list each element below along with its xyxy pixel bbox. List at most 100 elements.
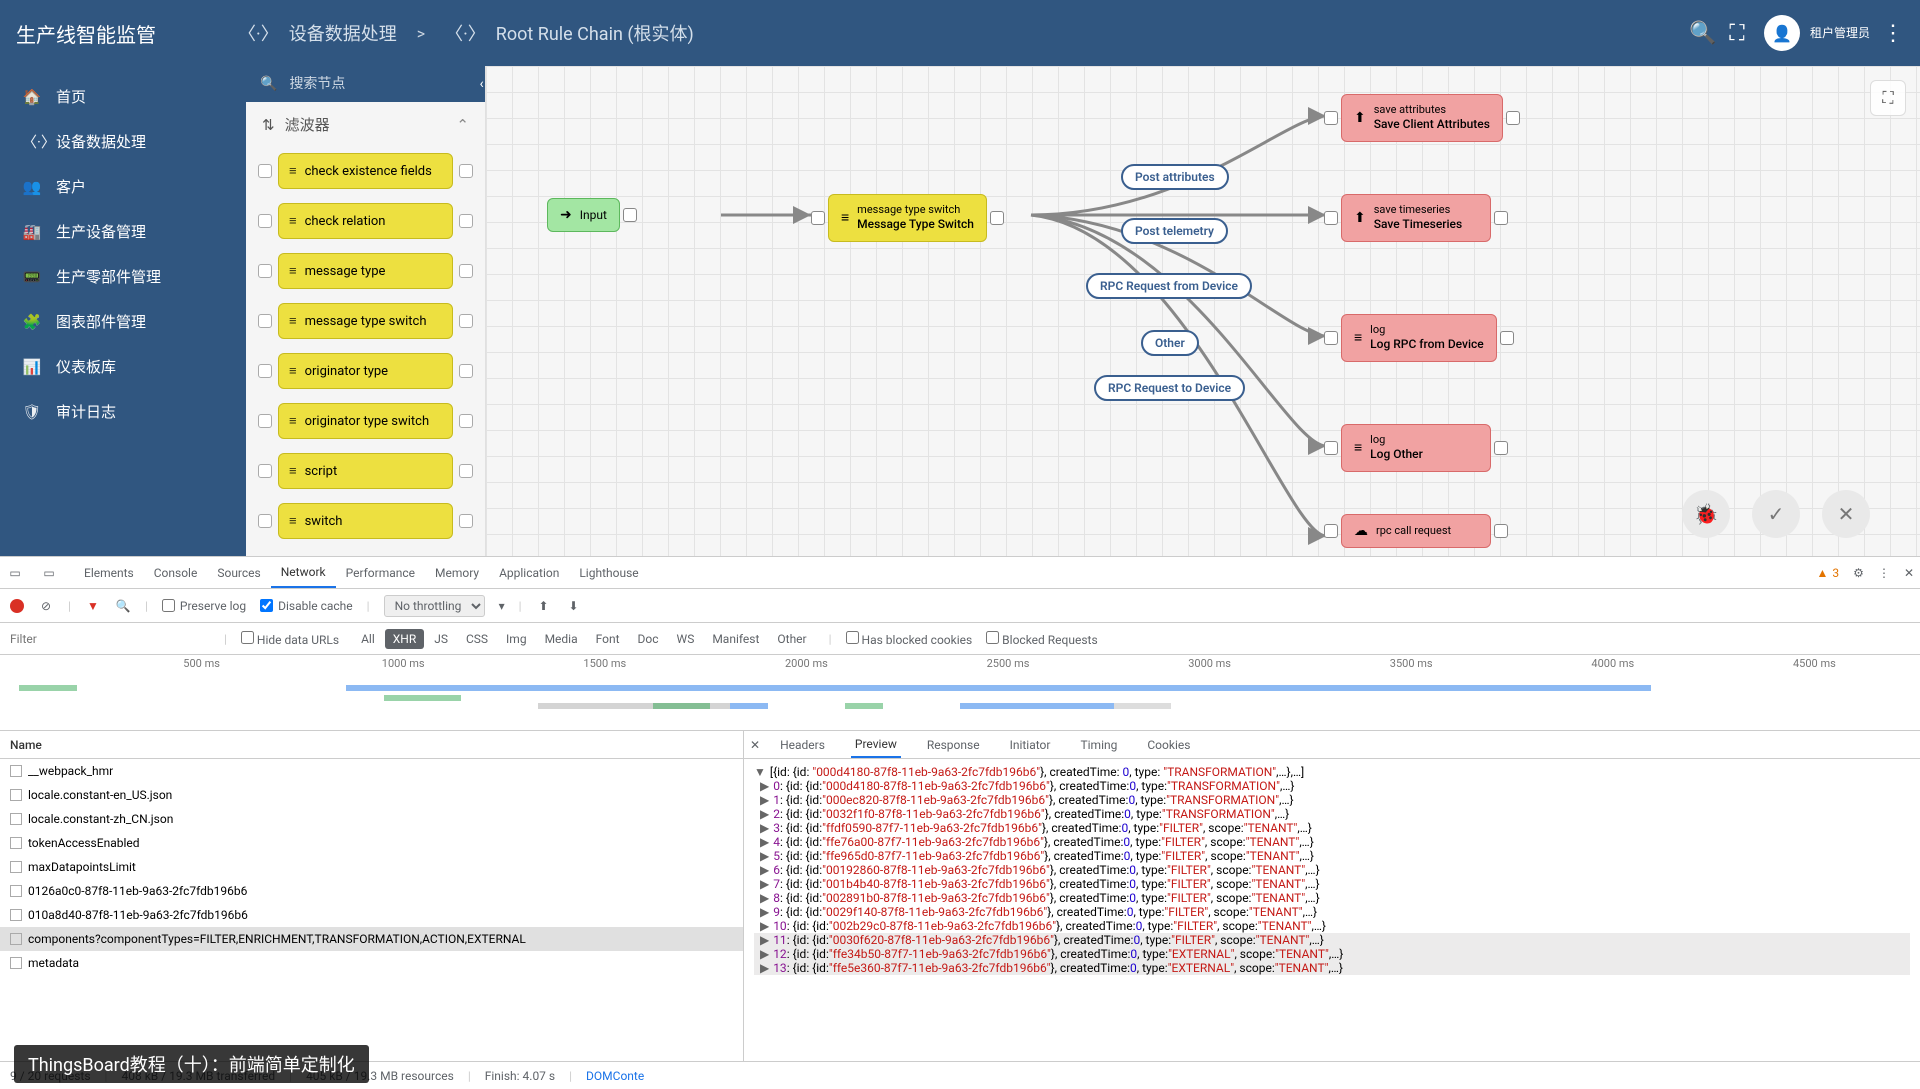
- hide-data-urls[interactable]: Hide data URLs: [241, 631, 339, 647]
- sidenav-item[interactable]: 🏭生产设备管理: [0, 209, 246, 254]
- type-filter[interactable]: All: [353, 629, 383, 649]
- download-icon[interactable]: ⬇: [566, 599, 582, 613]
- request-row[interactable]: locale.constant-zh_CN.json: [0, 807, 743, 831]
- palette-node[interactable]: ≡message type switch: [258, 303, 473, 339]
- preview-line[interactable]: ▶11: {id: {id: "0030f620-87f8-11eb-9a63-…: [754, 933, 1910, 947]
- sidenav-item[interactable]: 🏠首页: [0, 74, 246, 119]
- preview-line[interactable]: ▶4: {id: {id: "ffe76a00-87f7-11eb-9a63-2…: [754, 835, 1910, 849]
- port[interactable]: [258, 464, 272, 478]
- preview-line[interactable]: ▶1: {id: {id: "000ec820-87f8-11eb-9a63-2…: [754, 793, 1910, 807]
- detail-tab[interactable]: Initiator: [1006, 731, 1055, 758]
- port[interactable]: [258, 364, 272, 378]
- devtools-tab[interactable]: Lighthouse: [569, 557, 648, 588]
- kebab-icon[interactable]: ⋮: [1882, 21, 1904, 46]
- edge-label[interactable]: Post attributes: [1121, 164, 1229, 190]
- port[interactable]: [459, 364, 473, 378]
- port[interactable]: [459, 464, 473, 478]
- type-filter[interactable]: JS: [426, 629, 456, 649]
- preview-line[interactable]: ▶9: {id: {id: "0029f140-87f8-11eb-9a63-2…: [754, 905, 1910, 919]
- rule-node[interactable]: ⬆save timeseriesSave Timeseries: [1324, 194, 1508, 242]
- type-filter[interactable]: Doc: [630, 629, 667, 649]
- device-icon[interactable]: ▭: [40, 566, 58, 580]
- devtools-tab[interactable]: Sources: [207, 557, 270, 588]
- devtools-tab[interactable]: Elements: [74, 557, 144, 588]
- breadcrumb-seg1[interactable]: 〈·〉设备数据处理: [238, 20, 397, 46]
- detail-tab[interactable]: Cookies: [1143, 731, 1194, 758]
- devtools-tab[interactable]: Application: [489, 557, 569, 588]
- preview-line[interactable]: ▶6: {id: {id: "00192860-87f8-11eb-9a63-2…: [754, 863, 1910, 877]
- gear-icon[interactable]: ⚙: [1853, 566, 1864, 580]
- fullscreen-icon[interactable]: ⛶: [1720, 21, 1754, 46]
- port[interactable]: [258, 264, 272, 278]
- sidenav-item[interactable]: 📟生产零部件管理: [0, 254, 246, 299]
- request-row[interactable]: tokenAccessEnabled: [0, 831, 743, 855]
- detail-tab[interactable]: Timing: [1076, 731, 1121, 758]
- rule-node[interactable]: ≡logLog Other: [1324, 424, 1508, 472]
- search-icon[interactable]: 🔍: [1686, 21, 1720, 46]
- chevron-left-icon[interactable]: ‹: [479, 76, 483, 92]
- port[interactable]: [1500, 331, 1514, 345]
- palette-filter-header[interactable]: ⇅ 滤波器 ⌃: [246, 102, 485, 147]
- port[interactable]: [1324, 331, 1338, 345]
- port[interactable]: [459, 264, 473, 278]
- palette-node[interactable]: ≡script: [258, 453, 473, 489]
- preview-line[interactable]: ▶10: {id: {id: "002b29c0-87f8-11eb-9a63-…: [754, 919, 1910, 933]
- edge-label[interactable]: Other: [1141, 330, 1199, 356]
- blocked-requests[interactable]: Blocked Requests: [986, 631, 1097, 647]
- request-row[interactable]: __webpack_hmr: [0, 759, 743, 783]
- preview-line[interactable]: ▶2: {id: {id: "0032f1f0-87f8-11eb-9a63-2…: [754, 807, 1910, 821]
- type-filter[interactable]: XHR: [385, 629, 424, 649]
- detail-tab[interactable]: Headers: [776, 731, 829, 758]
- request-row[interactable]: 0126a0c0-87f8-11eb-9a63-2fc7fdb196b6: [0, 879, 743, 903]
- breadcrumb-seg2[interactable]: 〈·〉Root Rule Chain (根实体): [445, 20, 694, 46]
- port[interactable]: [1494, 211, 1508, 225]
- port[interactable]: [1324, 441, 1338, 455]
- palette-node[interactable]: ≡originator type switch: [258, 403, 473, 439]
- inspect-icon[interactable]: ▭: [6, 566, 24, 580]
- request-row[interactable]: components?componentTypes=FILTER,ENRICHM…: [0, 927, 743, 951]
- port[interactable]: [623, 208, 637, 222]
- preview-line[interactable]: ▶12: {id: {id: "ffe34b50-87f7-11eb-9a63-…: [754, 947, 1910, 961]
- request-row[interactable]: metadata: [0, 951, 743, 975]
- disable-cache[interactable]: Disable cache: [260, 599, 353, 613]
- detail-tab[interactable]: Preview: [851, 731, 901, 758]
- type-filter[interactable]: Media: [537, 629, 586, 649]
- preview-line[interactable]: ▶5: {id: {id: "ffe965d0-87f7-11eb-9a63-2…: [754, 849, 1910, 863]
- rule-node[interactable]: ⬆save attributesSave Client Attributes: [1324, 94, 1520, 142]
- preview-line[interactable]: ▶3: {id: {id: "ffdf0590-87f7-11eb-9a63-2…: [754, 821, 1910, 835]
- port[interactable]: [1324, 111, 1338, 125]
- type-filter[interactable]: Font: [588, 629, 628, 649]
- warnings[interactable]: ▲ 3: [1817, 566, 1840, 580]
- port[interactable]: [990, 211, 1004, 225]
- filter-icon[interactable]: ▼: [85, 599, 101, 613]
- upload-icon[interactable]: ⬆: [536, 599, 552, 613]
- network-timeline[interactable]: 500 ms1000 ms1500 ms2000 ms2500 ms3000 m…: [0, 655, 1920, 731]
- preserve-log[interactable]: Preserve log: [162, 599, 246, 613]
- preview-line[interactable]: ▶7: {id: {id: "001b4b40-87f8-11eb-9a63-2…: [754, 877, 1910, 891]
- sidenav-item[interactable]: 🧩图表部件管理: [0, 299, 246, 344]
- expand-icon[interactable]: ⛶: [1870, 80, 1906, 116]
- close-button[interactable]: ✕: [1822, 490, 1870, 538]
- devtools-tab[interactable]: Memory: [425, 557, 489, 588]
- port[interactable]: [1494, 524, 1508, 538]
- port[interactable]: [459, 414, 473, 428]
- palette-node[interactable]: ≡check existence fields: [258, 153, 473, 189]
- port[interactable]: [258, 514, 272, 528]
- sidenav-item[interactable]: 🛡审计日志: [0, 389, 246, 434]
- request-row[interactable]: 010a8d40-87f8-11eb-9a63-2fc7fdb196b6: [0, 903, 743, 927]
- palette-node[interactable]: ≡check relation: [258, 203, 473, 239]
- palette-node[interactable]: ≡originator type: [258, 353, 473, 389]
- palette-node[interactable]: ≡switch: [258, 503, 473, 539]
- edge-label[interactable]: RPC Request from Device: [1086, 273, 1252, 299]
- sidenav-item[interactable]: 📊仪表板库: [0, 344, 246, 389]
- type-filter[interactable]: WS: [669, 629, 703, 649]
- palette-node[interactable]: ≡message type: [258, 253, 473, 289]
- search-icon[interactable]: 🔍: [115, 599, 131, 613]
- port[interactable]: [258, 164, 272, 178]
- blocked-cookies[interactable]: Has blocked cookies: [846, 631, 973, 647]
- preview-line[interactable]: ▶13: {id: {id: "ffe5e360-87f7-11eb-9a63-…: [754, 961, 1910, 975]
- record-button[interactable]: [10, 599, 24, 613]
- type-filter[interactable]: CSS: [458, 629, 496, 649]
- port[interactable]: [459, 314, 473, 328]
- port[interactable]: [258, 414, 272, 428]
